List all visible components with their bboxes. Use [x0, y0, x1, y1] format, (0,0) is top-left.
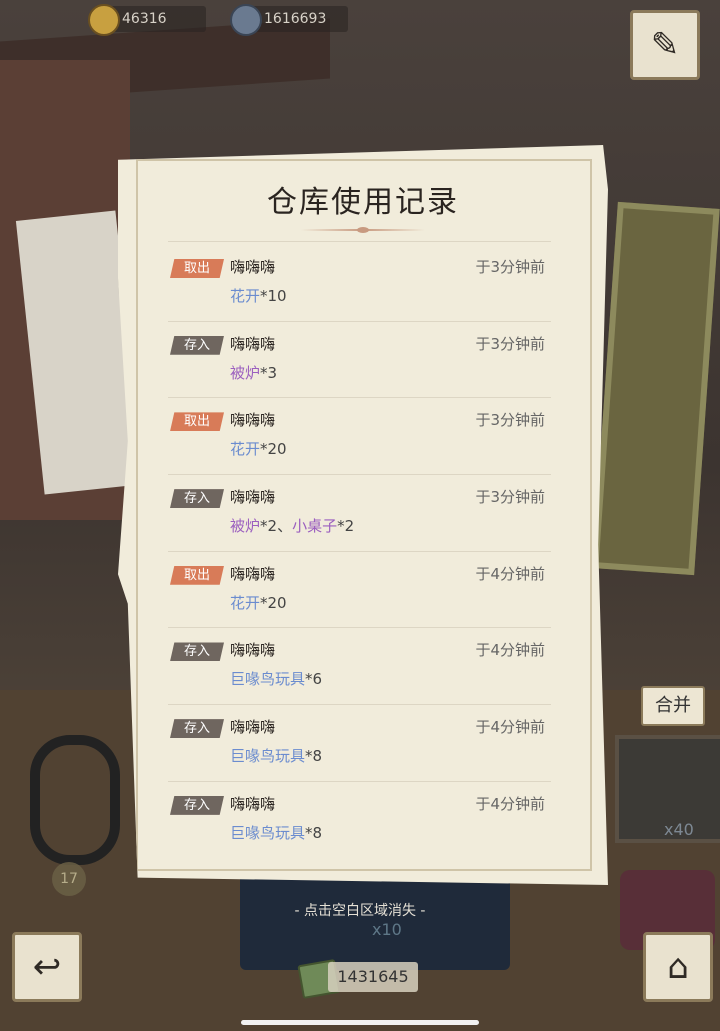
item-quantity: *20 — [260, 593, 287, 612]
record-time: 于4分钟前 — [475, 718, 545, 737]
merge-button[interactable]: 合并 — [641, 686, 705, 726]
item-name: 花开 — [230, 593, 261, 612]
money-counter: 1431645 — [297, 958, 418, 1000]
home-button[interactable]: ⌂ — [643, 932, 713, 1002]
player-name: 嗨嗨嗨 — [230, 641, 276, 660]
deposit-tag: 存入 — [170, 489, 224, 509]
player-name: 嗨嗨嗨 — [230, 488, 276, 507]
record-row: 存入 嗨嗨嗨 于3分钟前被炉*3 — [168, 322, 551, 399]
dialog-title: 仓库使用记录 — [267, 185, 459, 220]
deposit-tag: 存入 — [170, 719, 224, 739]
stack-count-label: x10 — [372, 920, 402, 939]
record-items: 被炉*3 — [230, 362, 277, 383]
deposit-tag: 存入 — [170, 642, 224, 662]
title-ornament — [301, 227, 425, 233]
item-name: 被炉 — [230, 517, 261, 536]
item-name: 花开 — [230, 440, 261, 459]
record-items: 花开*20 — [230, 438, 287, 459]
warehouse-log-dialog: 仓库使用记录 取出 嗨嗨嗨 于3分钟前 花开*10 存入 嗨嗨嗨 于3分钟前 被炉*3 取出 嗨嗨… — [118, 145, 608, 885]
record-row: 存入 嗨嗨嗨 于4分钟前巨喙鸟玩具*8 — [168, 782, 551, 858]
player-name: 嗨嗨嗨 — [230, 794, 276, 813]
home-indicator[interactable] — [241, 1020, 479, 1025]
hook-object — [30, 735, 120, 865]
deposit-tag: 存入 — [170, 335, 224, 355]
record-items: 巨喙鸟玩具*8 — [230, 822, 322, 843]
record-row: 存入 嗨嗨嗨 于4分钟前巨喙鸟玩具*8 — [168, 705, 551, 782]
withdraw-tag: 取出 — [170, 565, 224, 585]
item-name: 巨喙鸟玩具 — [230, 823, 306, 842]
gold-coin-icon — [88, 4, 120, 36]
record-row: 取出 嗨嗨嗨 于4分钟前花开*20 — [168, 552, 551, 629]
record-time: 于4分钟前 — [475, 641, 545, 660]
item-quantity: *8 — [305, 747, 323, 766]
count-badge: 17 — [52, 862, 86, 896]
journal-button[interactable]: ✎ — [630, 10, 700, 80]
record-items: 巨喙鸟玩具*8 — [230, 745, 322, 766]
record-row: 取出 嗨嗨嗨 于3分钟前花开*10 — [168, 245, 551, 322]
player-name: 嗨嗨嗨 — [230, 564, 276, 583]
withdraw-tag: 取出 — [170, 259, 224, 278]
gem-icon — [230, 4, 262, 36]
item-quantity: *2 — [337, 517, 355, 536]
item-quantity: *10 — [260, 287, 287, 305]
record-items: 花开*20 — [230, 592, 287, 613]
record-time: 于3分钟前 — [475, 334, 545, 353]
stack-count-label: x40 — [664, 820, 694, 839]
player-name: 嗨嗨嗨 — [230, 334, 276, 353]
money-value: 1431645 — [328, 962, 418, 992]
player-name: 嗨嗨嗨 — [230, 718, 276, 737]
gem-value: 1616693 — [264, 11, 327, 27]
item-quantity: *8 — [305, 823, 323, 842]
record-time: 于4分钟前 — [475, 794, 545, 813]
record-time: 于3分钟前 — [475, 488, 545, 507]
back-button[interactable]: ↩ — [12, 932, 82, 1002]
item-quantity: *2 — [260, 517, 278, 536]
item-name: 小桌子 — [292, 517, 338, 536]
back-arrow-icon: ↩ — [32, 947, 62, 987]
item-name: 被炉 — [230, 363, 261, 382]
record-items: 花开*10 — [230, 285, 287, 306]
player-name: 嗨嗨嗨 — [230, 411, 276, 430]
record-items: 巨喙鸟玩具*6 — [230, 668, 322, 689]
title-divider — [168, 241, 551, 242]
record-row: 存入 嗨嗨嗨 于3分钟前 被炉*2、小桌子*2 — [168, 475, 551, 552]
item-separator: 、 — [277, 517, 293, 536]
record-time: 于3分钟前 — [475, 411, 545, 430]
house-icon: ⌂ — [667, 947, 689, 987]
item-name: 花开 — [230, 287, 261, 305]
player-name: 嗨嗨嗨 — [230, 258, 276, 276]
record-row: 取出 嗨嗨嗨 于3分钟前花开*20 — [168, 398, 551, 476]
gold-value: 46316 — [122, 11, 167, 27]
item-name: 巨喙鸟玩具 — [230, 670, 306, 689]
item-quantity: *20 — [260, 440, 287, 459]
item-quantity: *6 — [305, 670, 323, 689]
record-items: 被炉*2、小桌子*2 — [230, 515, 354, 536]
record-time: 于3分钟前 — [475, 258, 545, 276]
quill-book-icon: ✎ — [650, 25, 680, 65]
record-list[interactable]: 取出 嗨嗨嗨 于3分钟前 花开*10 存入 嗨嗨嗨 于3分钟前 被炉*3 取出 嗨嗨嗨 于3分钟前花… — [168, 245, 551, 858]
record-row: 存入 嗨嗨嗨 于4分钟前巨喙鸟玩具*6 — [168, 628, 551, 706]
deposit-tag: 存入 — [170, 795, 224, 815]
withdraw-tag: 取出 — [170, 412, 224, 432]
gem-counter: 1616693 — [230, 4, 348, 36]
item-name: 巨喙鸟玩具 — [230, 747, 306, 766]
item-quantity: *3 — [260, 363, 278, 382]
gold-counter: 46316 — [88, 4, 206, 36]
dismiss-hint: - 点击空白区域消失 - — [294, 903, 426, 919]
record-time: 于4分钟前 — [475, 564, 545, 583]
